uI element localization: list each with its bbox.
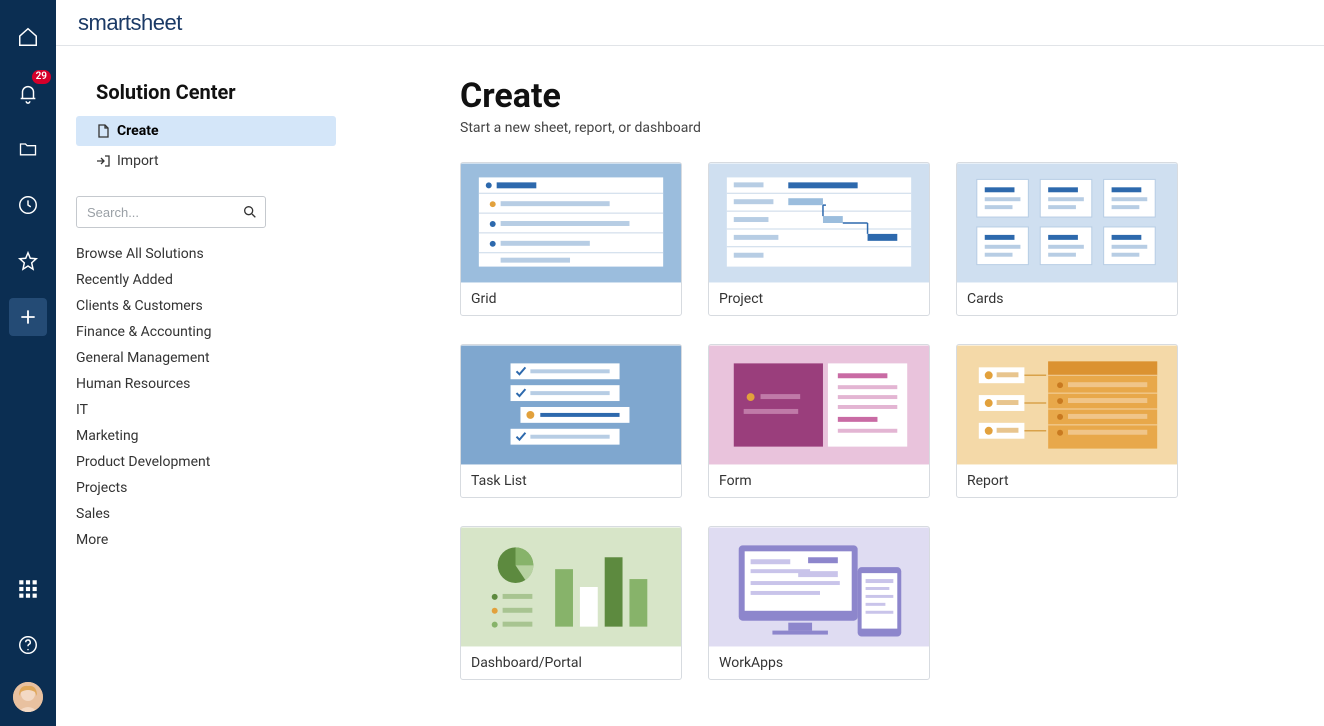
main-content: Create Start a new sheet, report, or das…	[460, 46, 1324, 726]
topbar: smartsheet	[56, 0, 1324, 46]
template-card-grid: Grid	[460, 162, 1324, 680]
category-finance[interactable]: Finance & Accounting	[76, 324, 336, 340]
card-label: WorkApps	[709, 647, 929, 679]
favorites-icon[interactable]	[9, 242, 47, 280]
category-browse-all[interactable]: Browse All Solutions	[76, 246, 336, 262]
sidebar-item-label: Import	[117, 153, 159, 169]
category-list: Browse All Solutions Recently Added Clie…	[76, 246, 336, 548]
card-label: Cards	[957, 283, 1177, 315]
card-form[interactable]: Form	[708, 344, 930, 498]
category-hr[interactable]: Human Resources	[76, 376, 336, 392]
card-thumb	[957, 345, 1177, 465]
card-thumb	[709, 527, 929, 647]
card-cards[interactable]: Cards	[956, 162, 1178, 316]
card-workapps[interactable]: WorkApps	[708, 526, 930, 680]
card-thumb	[461, 527, 681, 647]
card-thumb	[461, 163, 681, 283]
page-subtitle: Start a new sheet, report, or dashboard	[460, 120, 1324, 136]
folder-icon[interactable]	[9, 130, 47, 168]
sidebar-nav: Create Import	[76, 116, 336, 176]
category-sales[interactable]: Sales	[76, 506, 336, 522]
search-box	[76, 196, 336, 228]
card-thumb	[709, 163, 929, 283]
card-label: Task List	[461, 465, 681, 497]
card-label: Grid	[461, 283, 681, 315]
card-label: Dashboard/Portal	[461, 647, 681, 679]
category-general-mgmt[interactable]: General Management	[76, 350, 336, 366]
card-label: Report	[957, 465, 1177, 497]
user-avatar[interactable]	[13, 682, 43, 712]
page-heading: Create	[460, 76, 1324, 116]
category-projects[interactable]: Projects	[76, 480, 336, 496]
recents-icon[interactable]	[9, 186, 47, 224]
sidebar-item-label: Create	[117, 123, 159, 139]
category-it[interactable]: IT	[76, 402, 336, 418]
card-report[interactable]: Report	[956, 344, 1178, 498]
import-icon	[96, 154, 110, 168]
search-icon[interactable]	[234, 196, 266, 228]
sidebar-item-create[interactable]: Create	[76, 116, 336, 146]
sidebar-title: Solution Center	[96, 80, 336, 104]
category-recently-added[interactable]: Recently Added	[76, 272, 336, 288]
home-icon[interactable]	[9, 18, 47, 56]
category-product-dev[interactable]: Product Development	[76, 454, 336, 470]
card-thumb	[957, 163, 1177, 283]
left-rail: 29	[0, 0, 56, 726]
category-clients[interactable]: Clients & Customers	[76, 298, 336, 314]
sheet-icon	[96, 124, 110, 138]
brand-logo[interactable]: smartsheet	[78, 10, 182, 36]
notifications-icon[interactable]: 29	[9, 74, 47, 112]
card-grid[interactable]: Grid	[460, 162, 682, 316]
notification-badge: 29	[32, 70, 51, 84]
card-project[interactable]: Project	[708, 162, 930, 316]
sidebar-item-import[interactable]: Import	[76, 146, 336, 176]
apps-icon[interactable]	[9, 570, 47, 608]
category-marketing[interactable]: Marketing	[76, 428, 336, 444]
card-label: Project	[709, 283, 929, 315]
sidebar: Solution Center Create Import Browse All…	[56, 46, 356, 726]
category-more[interactable]: More	[76, 532, 336, 548]
help-icon[interactable]	[9, 626, 47, 664]
card-thumb	[709, 345, 929, 465]
card-task-list[interactable]: Task List	[460, 344, 682, 498]
create-new-icon[interactable]	[9, 298, 47, 336]
card-thumb	[461, 345, 681, 465]
card-label: Form	[709, 465, 929, 497]
card-dashboard[interactable]: Dashboard/Portal	[460, 526, 682, 680]
